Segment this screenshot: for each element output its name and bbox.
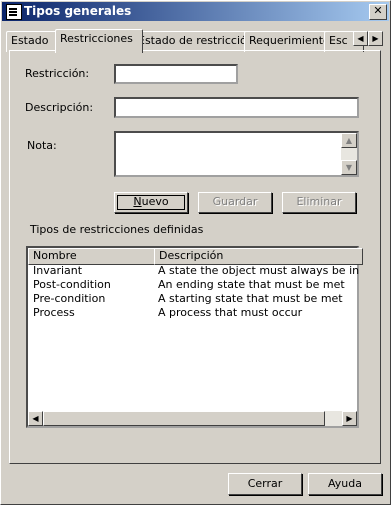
scroll-up-icon[interactable]: ▲ (341, 133, 357, 148)
row-nombre: Post-condition (33, 278, 111, 291)
descripcion-label: Descripción: (25, 101, 94, 114)
scroll-left-icon[interactable]: ◀ (28, 411, 43, 426)
scroll-down-icon[interactable]: ▼ (341, 160, 357, 175)
row-descripcion: A process that must occur (158, 306, 303, 319)
row-nombre: Invariant (33, 264, 83, 277)
tab-scroll-right-icon[interactable]: ▶ (368, 31, 383, 46)
nuevo-button[interactable]: Nuevo (114, 192, 188, 213)
row-descripcion: A starting state that must be met (158, 292, 343, 305)
tab-restricciones[interactable]: Restricciones (55, 29, 143, 53)
nota-label: Nota: (27, 139, 57, 152)
eliminar-button[interactable]: Eliminar (282, 192, 356, 213)
column-header-nombre[interactable]: Nombre (28, 248, 160, 265)
row-descripcion: An ending state that must be met (158, 278, 345, 291)
title-bar[interactable]: Tipos generales ✕ (2, 2, 389, 21)
scroll-right-icon[interactable]: ▶ (342, 411, 357, 426)
row-nombre: Process (33, 306, 75, 319)
nota-scrollbar[interactable]: ▲ ▼ (341, 133, 357, 175)
window-title: Tipos generales (24, 4, 132, 18)
scroll-thumb[interactable] (43, 411, 325, 426)
app-icon (6, 4, 22, 20)
row-descripcion: A state the object must always be in (158, 264, 360, 277)
descripcion-input[interactable] (114, 97, 359, 118)
list-hscrollbar[interactable]: ◀ ▶ (28, 411, 357, 426)
guardar-button[interactable]: Guardar (198, 192, 272, 213)
restrictions-list[interactable]: Nombre Descripción Invariant A state the… (26, 246, 363, 428)
nuevo-label: uevo (141, 195, 169, 208)
nota-textarea[interactable] (114, 131, 359, 177)
close-button[interactable]: ✕ (369, 4, 387, 20)
restriccion-input[interactable] (114, 64, 238, 84)
ayuda-button[interactable]: Ayuda (308, 473, 382, 495)
column-header-descripcion[interactable]: Descripción (154, 248, 363, 265)
restriccion-label: Restricción: (25, 67, 90, 80)
list-title: Tipos de restricciones definidas (30, 223, 204, 236)
tab-scroll-left-icon[interactable]: ◀ (353, 31, 368, 46)
tab-requerimiento[interactable]: Requerimiento (244, 31, 334, 52)
tab-estado-de-restriccion[interactable]: Estado de restricción (133, 31, 254, 52)
row-nombre: Pre-condition (33, 292, 106, 305)
cerrar-button[interactable]: Cerrar (228, 473, 302, 495)
nuevo-accelerator: N (133, 195, 142, 208)
